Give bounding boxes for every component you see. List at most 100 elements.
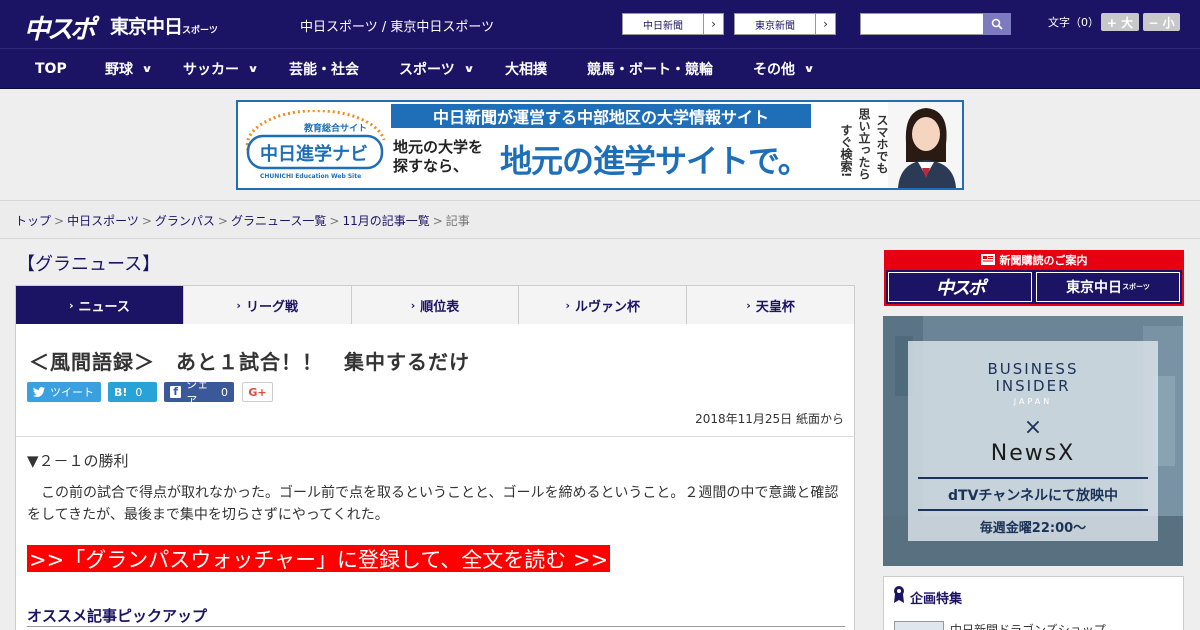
- nav-label: TOP: [35, 61, 67, 77]
- breadcrumb-current: 記事: [445, 214, 470, 228]
- chevron-down-icon: ∨: [141, 63, 153, 75]
- hatena-icon: B!: [114, 385, 128, 399]
- tab-levain-cup[interactable]: › ルヴァン杯: [519, 286, 688, 324]
- tokyo-shimbun-link[interactable]: 東京新聞 ›: [734, 13, 836, 35]
- chevron-right-icon: ›: [565, 298, 571, 312]
- article-body: この前の試合で得点が取れなかった。ゴール前で点を取るということと、ゴールを締める…: [27, 485, 839, 523]
- ad-schedule-text: 毎週金曜22:00〜: [979, 521, 1087, 536]
- feature-item-link[interactable]: 中日新聞ドラゴンズショップ: [950, 621, 1106, 630]
- nav-item-sports[interactable]: スポーツ ∨: [399, 49, 475, 89]
- chevron-right-icon: ›: [68, 298, 74, 312]
- ad-line2: INSIDER: [995, 377, 1071, 395]
- breadcrumb-link[interactable]: グラニュース一覧: [231, 214, 326, 228]
- business-insider-ad[interactable]: BUSINESS INSIDER JAPAN × NewsX dTVチャンネルに…: [883, 316, 1183, 566]
- breadcrumb-link[interactable]: 中日スポーツ: [67, 214, 139, 228]
- banner-sub-line2: 探すなら、: [393, 157, 469, 175]
- ad-business-insider-text: BUSINESS INSIDER: [908, 361, 1158, 395]
- chuspo-logo[interactable]: 中スポ: [24, 9, 96, 46]
- breadcrumb-link[interactable]: トップ: [15, 214, 51, 228]
- tab-label: リーグ戦: [245, 299, 298, 315]
- font-larger-button[interactable]: + 大: [1101, 13, 1139, 31]
- tokyo-chunichi-logo[interactable]: 東京中日スポーツ: [110, 12, 218, 39]
- student-photo: [888, 102, 962, 188]
- breadcrumb-link[interactable]: 11月の記事一覧: [342, 214, 429, 228]
- ad-newsx-text: NewsX: [990, 441, 1076, 466]
- breadcrumb-separator: >: [217, 214, 228, 228]
- chevron-down-icon: ∨: [803, 63, 815, 75]
- section-title: 【グラニュース】: [17, 254, 161, 275]
- article-date: 2018年11月25日 紙面から: [695, 412, 844, 426]
- nav-item-racing[interactable]: 競馬・ボート・競輪: [587, 49, 713, 89]
- banner-top-text: 中日新聞が運営する中部地区の大学情報サイト: [391, 104, 811, 128]
- chevron-right-icon: ›: [703, 14, 723, 34]
- chunichi-shimbun-link[interactable]: 中日新聞 ›: [622, 13, 724, 35]
- subscription-heading: 新聞購読のご案内: [884, 250, 1184, 269]
- twitter-bird-icon: [33, 387, 45, 397]
- banner-vert-col2: 思い立ったら: [857, 108, 871, 180]
- font-size-label: 文字（0）: [1048, 16, 1099, 29]
- breadcrumb-separator: >: [329, 214, 340, 228]
- breadcrumb-separator: >: [54, 214, 65, 228]
- google-plus-button[interactable]: G+: [242, 382, 273, 402]
- search-button[interactable]: [983, 13, 1011, 35]
- article-title: ＜風間語録＞ あと１試合！！ 集中するだけ: [29, 350, 470, 374]
- nav-item-top[interactable]: TOP: [35, 49, 67, 89]
- nav-label: サッカー: [183, 62, 239, 78]
- nav-item-baseball[interactable]: 野球 ∨: [105, 49, 153, 89]
- divider: [27, 626, 845, 627]
- site-header: 中スポ 東京中日スポーツ 中日スポーツ / 東京中日スポーツ 中日新聞 › 東京…: [0, 0, 1200, 48]
- font-smaller-button[interactable]: − 小: [1143, 13, 1180, 31]
- main-nav: TOP 野球 ∨ サッカー ∨ 芸能・社会 スポーツ ∨ 大相撲 競馬・ボート・競輪 …: [0, 48, 1200, 89]
- shingaku-navi-logo: 教育総合サイト 中日進学ナビ CHUNICHI Education Web Si…: [245, 110, 386, 180]
- banner-logo-top-text: 教育総合サイト: [303, 122, 367, 134]
- search-input[interactable]: [860, 13, 984, 35]
- tokyo-shimbun-label: 東京新聞: [755, 20, 795, 32]
- subscribe-read-more-link[interactable]: >>「グランパスウォッチャー」に登録して、全文を読む >>: [27, 545, 611, 572]
- chevron-down-icon: ∨: [463, 63, 475, 75]
- hatena-bookmark-button[interactable]: B! 0: [108, 382, 157, 402]
- subscription-logos: 中スポ 東京中日 スポーツ: [886, 270, 1182, 304]
- chevron-right-icon: ›: [236, 298, 241, 312]
- subscribe-tokyo-chunichi-link[interactable]: 東京中日 スポーツ: [1036, 272, 1180, 302]
- tab-label: ルヴァン杯: [575, 299, 641, 315]
- nav-label: その他: [753, 62, 795, 78]
- feature-thumbnail[interactable]: [894, 621, 944, 630]
- banner-sub-text: 地元の大学を 探すなら、: [393, 138, 498, 176]
- subscription-heading-text: 新聞購読のご案内: [999, 253, 1088, 267]
- article: ＜風間語録＞ あと１試合！！ 集中するだけ ツイート B! 0 f シェア 0 …: [15, 324, 855, 630]
- newspaper-subscription-box[interactable]: 新聞購読のご案内 中スポ 東京中日 スポーツ: [884, 250, 1184, 306]
- banner-logo-main-text: 中日進学ナビ: [260, 143, 368, 165]
- banner-sub-line1: 地元の大学を: [393, 138, 484, 156]
- education-site-banner[interactable]: 教育総合サイト 中日進学ナビ CHUNICHI Education Web Si…: [236, 100, 964, 190]
- facebook-share-button[interactable]: f シェア 0: [164, 378, 234, 407]
- breadcrumb-link[interactable]: グランパス: [155, 214, 215, 228]
- tab-league[interactable]: › リーグ戦: [184, 286, 352, 324]
- chevron-right-icon: ›: [815, 14, 835, 34]
- hatena-count: 0: [135, 385, 143, 399]
- tokyo-chunichi-logo-small: スポーツ: [182, 26, 218, 36]
- nav-item-other[interactable]: その他 ∨: [753, 49, 815, 89]
- site-title-link[interactable]: 中日スポーツ / 東京中日スポーツ: [300, 16, 494, 35]
- breadcrumb-separator: >: [432, 214, 443, 228]
- special-feature-title: 企画特集: [910, 592, 963, 607]
- recommended-articles-heading: オススメ記事ピックアップ: [27, 607, 208, 625]
- facebook-share-label: シェア: [186, 378, 209, 407]
- banner-logo-sub-text: CHUNICHI Education Web Site: [260, 173, 361, 180]
- nav-item-entertainment[interactable]: 芸能・社会: [289, 49, 359, 89]
- subscribe-chuspo-link[interactable]: 中スポ: [888, 272, 1032, 302]
- tab-label: 天皇杯: [755, 299, 795, 315]
- ribbon-icon: [894, 586, 904, 603]
- subscribe-tokyo-logo-text: 東京中日: [1066, 280, 1123, 296]
- ad-dtv-text: dTVチャンネルにて放映中: [948, 488, 1118, 504]
- tab-standings[interactable]: › 順位表: [352, 286, 520, 324]
- nav-label: スポーツ: [399, 62, 455, 78]
- google-plus-icon: G+: [248, 385, 267, 399]
- nav-item-sumo[interactable]: 大相撲: [505, 49, 547, 89]
- tab-emperors-cup[interactable]: › 天皇杯: [687, 286, 854, 324]
- chevron-right-icon: ›: [746, 298, 751, 312]
- special-feature-box: 企画特集 中日新聞ドラゴンズショップ: [883, 576, 1184, 630]
- ad-cross-text: ×: [1023, 415, 1043, 440]
- nav-item-soccer[interactable]: サッカー ∨: [183, 49, 259, 89]
- tweet-button[interactable]: ツイート: [27, 382, 101, 402]
- tab-news[interactable]: › ニュース: [16, 286, 184, 324]
